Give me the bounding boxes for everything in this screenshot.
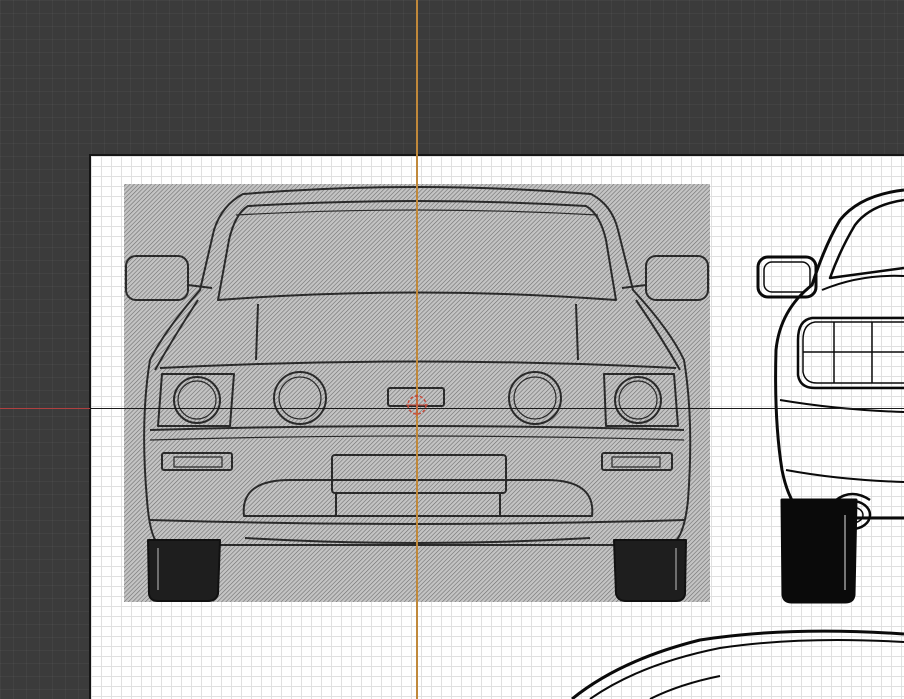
right-tire — [613, 539, 687, 602]
rear-body-outline — [774, 188, 904, 520]
x-axis-line — [0, 408, 90, 409]
viewport-3d[interactable] — [0, 0, 904, 699]
roof-outer-line — [571, 629, 904, 699]
tail-light-panel — [796, 316, 904, 390]
blueprint-drawing — [124, 184, 904, 699]
rear-view-reference[interactable] — [756, 188, 904, 604]
roof-profile-reference[interactable] — [571, 629, 904, 699]
left-tire — [147, 539, 221, 602]
x-axis-line-sheet — [90, 408, 904, 409]
rear-window — [828, 198, 904, 280]
rear-mirror — [756, 255, 818, 299]
y-axis-line — [416, 0, 418, 699]
roof-inner-line — [589, 639, 904, 699]
